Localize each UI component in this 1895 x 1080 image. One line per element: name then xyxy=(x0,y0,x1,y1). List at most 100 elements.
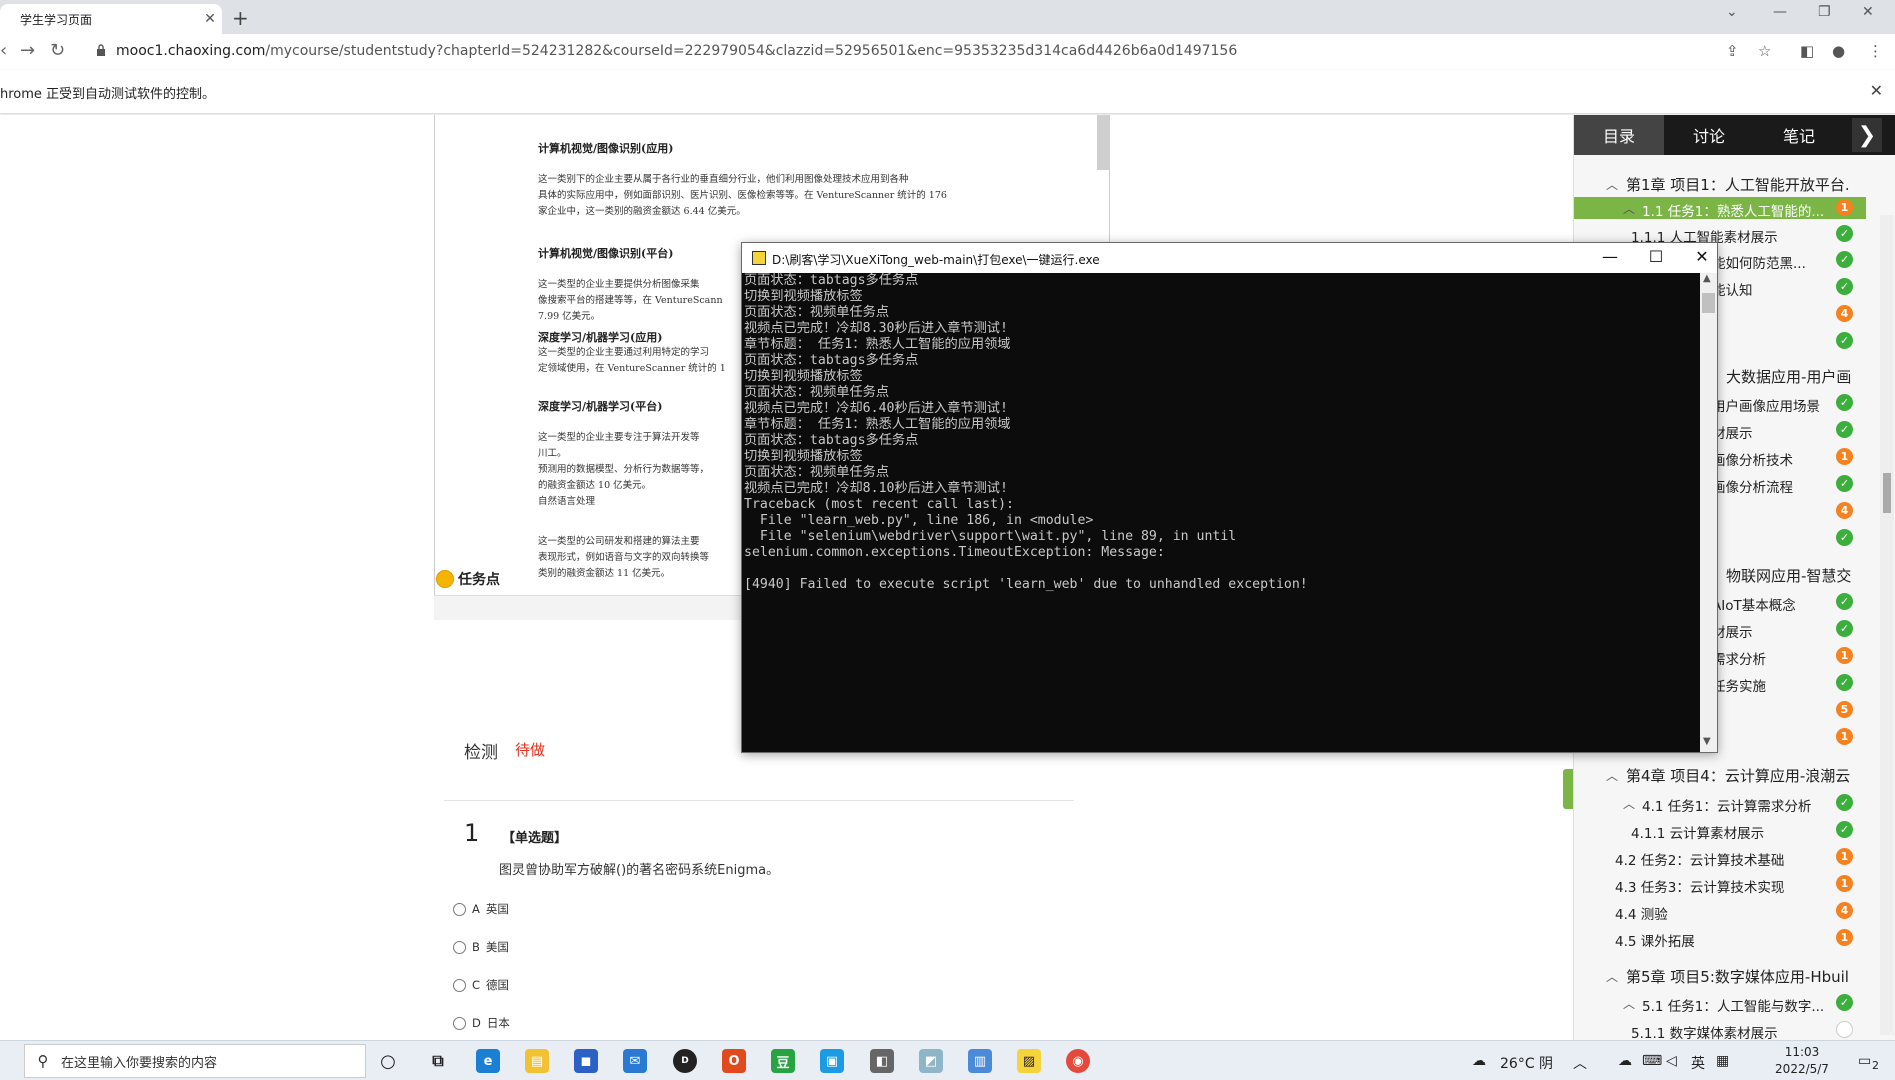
caret-up-icon[interactable]: ︿ xyxy=(1606,767,1618,784)
sidebar-item[interactable]: 4.4 测验 4 xyxy=(1574,900,1866,923)
caret-up-icon[interactable]: ︿ xyxy=(1606,176,1618,193)
taskbar-search[interactable]: ⚲ 在这里输入你要搜索的内容 xyxy=(24,1044,366,1078)
divider xyxy=(444,800,1074,801)
scroll-up-icon[interactable]: ▲ xyxy=(1703,273,1711,284)
option-a[interactable]: A 英国 xyxy=(453,901,509,917)
radio-button[interactable] xyxy=(453,978,466,992)
chrome-icon[interactable]: ◉ xyxy=(1066,1049,1090,1073)
reload-icon[interactable]: ↻ xyxy=(50,40,65,61)
tab-search-icon[interactable]: ⌄ xyxy=(1726,4,1738,20)
app-icon[interactable]: ◧ xyxy=(870,1049,894,1073)
console-minimize-icon[interactable]: — xyxy=(1595,247,1625,266)
close-window-icon[interactable]: ✕ xyxy=(1862,4,1874,20)
bilibili-icon[interactable]: ▣ xyxy=(820,1049,844,1073)
mail-icon[interactable]: ✉ xyxy=(623,1049,647,1073)
console-maximize-icon[interactable]: ☐ xyxy=(1641,247,1671,266)
console-titlebar[interactable]: D:\刷客\学习\XueXiTong_web-main\打包exe\一键运行.e… xyxy=(742,243,1717,273)
forward-icon[interactable]: → xyxy=(20,40,35,61)
menu-dots-icon[interactable]: ⋮ xyxy=(1868,42,1883,60)
sidebar-chapter[interactable]: ︿ 第1章 项目1：人工智能开放平台. xyxy=(1574,173,1866,195)
bookmark-star-icon[interactable]: ☆ xyxy=(1758,42,1771,60)
minimize-icon[interactable]: — xyxy=(1773,4,1787,20)
console-window[interactable]: D:\刷客\学习\XueXiTong_web-main\打包exe\一键运行.e… xyxy=(741,242,1718,753)
automation-infobar: hrome 正受到自动测试软件的控制。 ✕ xyxy=(0,70,1895,114)
sidepanel-icon[interactable]: ◧ xyxy=(1800,42,1814,60)
cloud-icon[interactable]: ☁ xyxy=(1618,1053,1632,1069)
tab-discussion[interactable]: 讨论 xyxy=(1664,115,1754,155)
scroll-down-icon[interactable]: ▼ xyxy=(1703,736,1711,747)
console-scrollbar[interactable]: ▲ ▼ xyxy=(1700,273,1717,752)
task-view-icon[interactable]: ⧉ xyxy=(426,1049,450,1073)
cortana-icon[interactable]: ○ xyxy=(376,1049,400,1073)
sidebar-item[interactable]: ︿ 5.1 任务1：人工智能与数字... ✓ xyxy=(1574,992,1866,1015)
weather-icon[interactable]: ☁ xyxy=(1472,1053,1486,1069)
sidebar-item[interactable]: 4.1.1 云计算素材展示 ✓ xyxy=(1574,819,1866,842)
sidebar-item[interactable]: 4.2 任务2：云计算技术基础 1 xyxy=(1574,846,1866,869)
input-lang[interactable]: 英 xyxy=(1691,1053,1705,1073)
app-icon[interactable]: ▥ xyxy=(968,1049,992,1073)
radio-button[interactable] xyxy=(453,940,466,954)
tab-notes[interactable]: 笔记 xyxy=(1754,115,1844,155)
sidebar-chapter[interactable]: ︿ 第5章 项目5:数字媒体应用-Hbuil xyxy=(1574,965,1866,987)
caret-up-icon[interactable]: ︿ xyxy=(1623,795,1635,812)
completed-check-icon: ✓ xyxy=(1836,994,1853,1011)
completed-check-icon: ✓ xyxy=(1836,821,1853,838)
caret-up-icon[interactable]: ︿ xyxy=(1623,995,1635,1012)
sidebar-item[interactable]: 5.1.1 数字媒体素材展示 xyxy=(1574,1019,1866,1042)
python-exe-taskbar-icon[interactable]: ▨ xyxy=(1017,1049,1041,1073)
sidebar-toggle-handle[interactable] xyxy=(1563,769,1573,809)
console-line: File "selenium\webdriver\support\wait.py… xyxy=(744,529,1237,544)
url-path: /mycourse/studentstudy?chapterId=5242312… xyxy=(265,43,1238,59)
option-b[interactable]: B 美国 xyxy=(453,939,509,955)
caret-up-icon[interactable]: ︿ xyxy=(1623,200,1635,217)
restore-icon[interactable]: ❐ xyxy=(1818,4,1831,20)
radio-button[interactable] xyxy=(453,902,466,916)
lock-icon[interactable] xyxy=(96,44,106,56)
keyboard-icon[interactable]: ⌨ xyxy=(1642,1053,1662,1069)
infobar-close-icon[interactable]: ✕ xyxy=(1870,81,1883,100)
sidebar-item-label: 4.1 任务1：云计算需求分析 xyxy=(1642,799,1812,815)
new-tab-button[interactable]: + xyxy=(232,6,249,30)
sidebar-item[interactable]: 4.5 课外拓展 1 xyxy=(1574,927,1866,950)
store-icon[interactable]: ◼ xyxy=(574,1049,598,1073)
console-line: 页面状态：tabtags多任务点 xyxy=(744,273,919,288)
office-icon[interactable]: O xyxy=(722,1049,746,1073)
ime-icon[interactable]: ▦ xyxy=(1716,1053,1729,1069)
chevron-right-icon[interactable]: ❯ xyxy=(1852,118,1882,152)
sidebar-scrollbar[interactable] xyxy=(1880,215,1894,1035)
sidebar-chapter[interactable]: ︿ 第4章 项目4：云计算应用-浪潮云 xyxy=(1574,764,1866,786)
radio-button[interactable] xyxy=(453,1016,466,1030)
completed-check-icon: ✓ xyxy=(1836,421,1853,438)
app-icon[interactable]: 豆 xyxy=(771,1049,795,1073)
volume-icon[interactable]: ◁ xyxy=(1666,1053,1677,1069)
sidebar-scroll-thumb[interactable] xyxy=(1883,473,1891,513)
document-scrollbar[interactable] xyxy=(1097,115,1109,170)
tab-close-icon[interactable]: ✕ xyxy=(198,11,222,27)
console-line: 页面状态：视频单任务点 xyxy=(744,385,890,400)
profile-avatar-icon[interactable]: ● xyxy=(1832,42,1845,60)
caret-up-icon[interactable]: ︿ xyxy=(1606,968,1618,985)
console-close-icon[interactable]: ✕ xyxy=(1687,247,1717,266)
option-c[interactable]: C 德国 xyxy=(453,977,509,993)
option-d[interactable]: D 日本 xyxy=(453,1015,510,1031)
notification-icon[interactable]: ▭ xyxy=(1858,1053,1871,1069)
python-exe-icon xyxy=(752,251,766,265)
dell-icon[interactable]: D xyxy=(673,1049,697,1073)
question-text: 图灵曾协助军方破解()的著名密码系统Enigma。 xyxy=(499,863,780,878)
weather-text[interactable]: 26°C 阴 xyxy=(1500,1053,1553,1073)
tab-catalog[interactable]: 目录 xyxy=(1574,115,1664,155)
console-scroll-thumb[interactable] xyxy=(1702,293,1715,313)
sidebar-item[interactable]: ︿ 4.1 任务1：云计算需求分析 ✓ xyxy=(1574,792,1866,815)
sidebar-item-label: 1.1 任务1：熟悉人工智能的... xyxy=(1642,204,1825,220)
clock[interactable]: 11:03 2022/5/7 xyxy=(1760,1044,1844,1078)
file-explorer-icon[interactable]: ▤ xyxy=(525,1049,549,1073)
sidebar-item[interactable]: 4.3 任务3：云计算技术实现 1 xyxy=(1574,873,1866,896)
address-bar[interactable]: mooc1.chaoxing.com/mycourse/studentstudy… xyxy=(116,43,1237,59)
share-icon[interactable]: ⇪ xyxy=(1726,42,1739,60)
back-icon[interactable]: ‹ xyxy=(0,40,7,61)
tray-expand-icon[interactable]: ︿ xyxy=(1573,1053,1587,1073)
browser-tab[interactable]: 学生学习页面 ✕ xyxy=(0,4,222,34)
app-icon[interactable]: ◩ xyxy=(919,1049,943,1073)
edge-icon[interactable]: e xyxy=(476,1049,500,1073)
sidebar-item[interactable]: ︿ 1.1 任务1：熟悉人工智能的... 1 xyxy=(1574,197,1866,220)
